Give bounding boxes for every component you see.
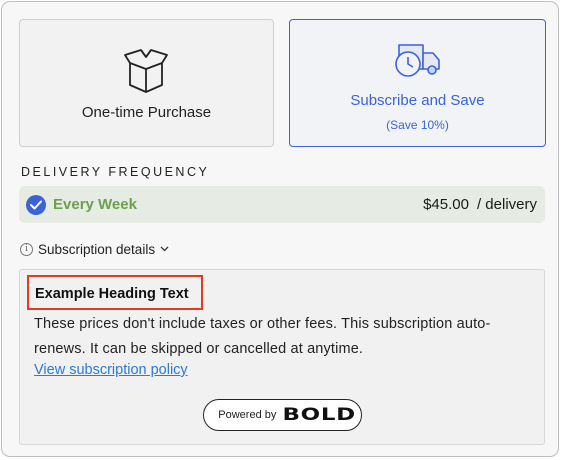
price-amount: $45.00 [423, 196, 469, 213]
subscription-details-panel: Example Heading Text These prices don't … [19, 269, 545, 445]
delivery-frequency-title: DELIVERY FREQUENCY [21, 165, 210, 179]
check-circle-icon [26, 195, 46, 215]
heading-highlight: Example Heading Text [27, 275, 203, 310]
price-unit: / delivery [476, 196, 537, 213]
option-label: Subscribe and Save [350, 92, 485, 109]
open-box-icon [124, 49, 168, 93]
subscription-details-toggle[interactable]: i Subscription details [20, 240, 169, 258]
subscription-widget: One-time Purchase Subscribe and Save (Sa… [1, 1, 559, 457]
option-label: One-time Purchase [81, 104, 212, 121]
bold-logo: BOLD [282, 405, 357, 425]
view-policy-link[interactable]: View subscription policy [34, 362, 188, 378]
delivery-truck-clock-icon [395, 44, 440, 77]
details-body: These prices don't include taxes or othe… [34, 316, 491, 357]
powered-by-label: Powered by [218, 409, 277, 421]
savings-label: (Save 10%) [386, 118, 449, 132]
delivery-price: $45.00 / delivery [423, 196, 537, 213]
powered-by-badge[interactable]: Powered by BOLD [203, 399, 362, 431]
subscribe-and-save-option[interactable]: Subscribe and Save (Save 10%) [289, 19, 546, 147]
delivery-frequency-option[interactable]: Every Week $45.00 / delivery [19, 186, 545, 223]
details-heading: Example Heading Text [35, 286, 189, 302]
one-time-purchase-option[interactable]: One-time Purchase [19, 19, 274, 147]
info-icon: i [20, 242, 33, 256]
details-toggle-label: Subscription details [38, 241, 156, 257]
chevron-down-icon [160, 246, 169, 252]
frequency-label: Every Week [53, 196, 137, 213]
